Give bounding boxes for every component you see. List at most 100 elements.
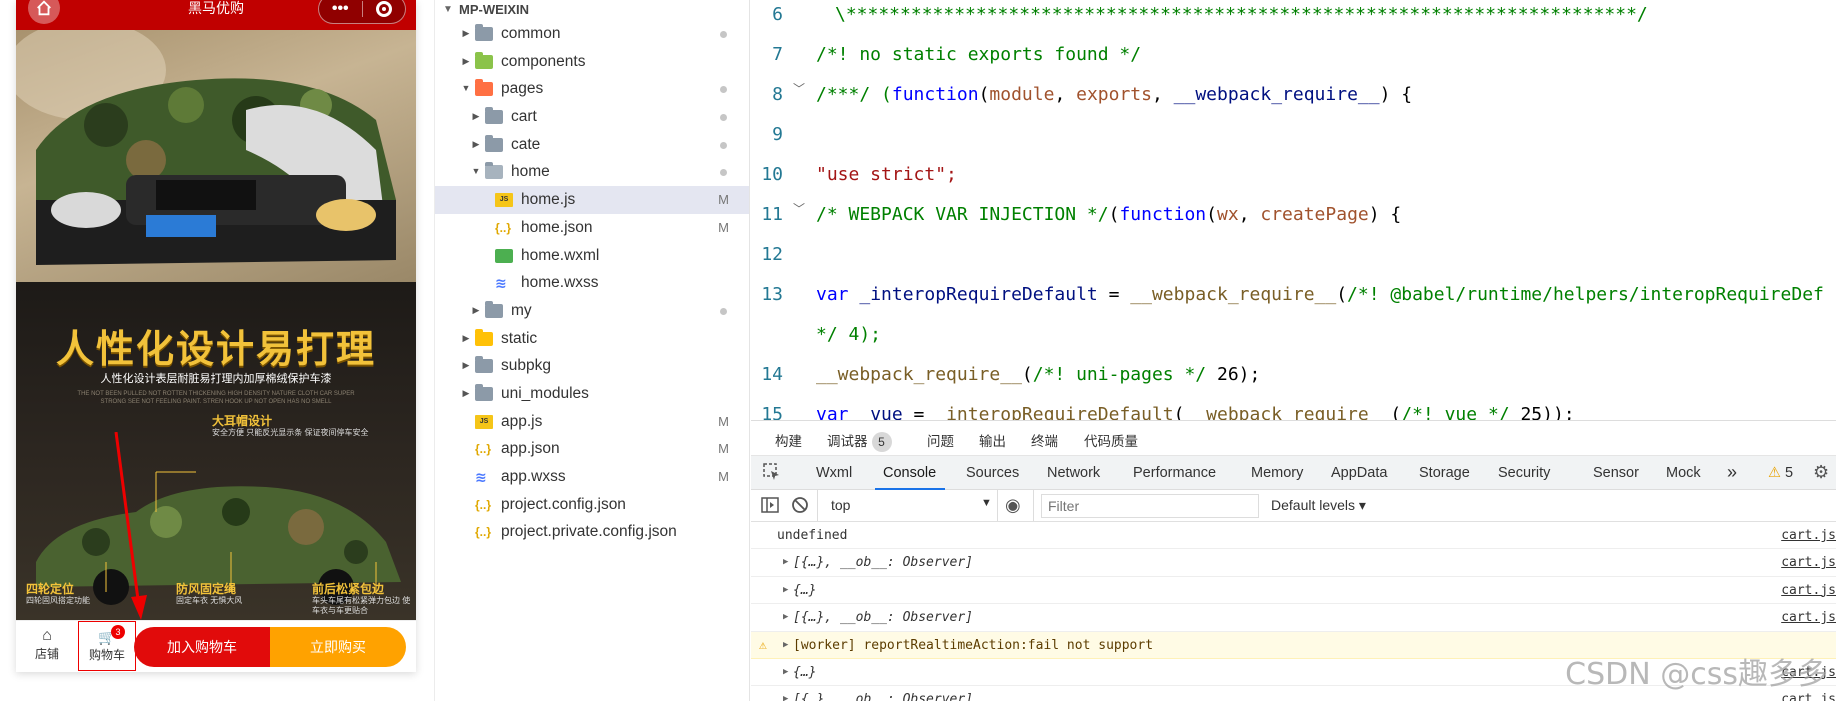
- settings-gear-icon[interactable]: ⚙: [1813, 462, 1829, 483]
- eye-icon[interactable]: ◉: [1005, 495, 1021, 516]
- tree-item[interactable]: {..} project.config.json: [435, 491, 749, 519]
- console-message[interactable]: ▶ [{…}, __ob__: Observer] cart.js: [751, 604, 1836, 632]
- tree-item[interactable]: ▼ home: [435, 158, 749, 186]
- sidebar-toggle-icon[interactable]: [761, 497, 779, 516]
- nav-bar: 黑马优购 •••: [16, 0, 416, 30]
- tree-item[interactable]: ▶ my: [435, 297, 749, 325]
- git-status-badge: M: [718, 219, 729, 235]
- chevron-right-icon[interactable]: ▶: [461, 352, 471, 380]
- cart-button[interactable]: 🛒 购物车 3: [78, 621, 136, 671]
- more-tabs-icon[interactable]: »: [1727, 462, 1737, 483]
- tree-item-label: cate: [511, 135, 541, 153]
- shop-button[interactable]: ⌂ 店铺: [24, 627, 70, 662]
- inspect-element-icon[interactable]: [763, 463, 781, 485]
- file-tree: ▶ common ▶ components ▼ pages ▶ cart ▶ cate ▼ home J…: [435, 20, 749, 546]
- tree-item-label: home: [511, 163, 550, 181]
- devtools-panel: 构建 调试器 5 问题 输出 终端 代码质量 Wxml Console Sourc…: [751, 420, 1836, 701]
- tab-storage[interactable]: Storage: [1419, 465, 1470, 481]
- chevron-right-icon[interactable]: ▶: [461, 325, 471, 353]
- tree-item[interactable]: ▶ cate: [435, 131, 749, 159]
- tree-item[interactable]: ▼ pages: [435, 75, 749, 103]
- chevron-right-icon[interactable]: ▶: [461, 20, 471, 48]
- chevron-right-icon[interactable]: ▶: [471, 103, 481, 131]
- folder-icon: [475, 356, 493, 374]
- context-select[interactable]: top ▼: [831, 497, 992, 513]
- code-line: */ 4);: [816, 324, 882, 345]
- close-mini-program-button[interactable]: [363, 1, 406, 17]
- tab-code-quality[interactable]: 代码质量: [1084, 430, 1138, 450]
- tree-item[interactable]: ▶ static: [435, 325, 749, 353]
- feature-windproof-rope: 防风固定绳 固定车衣 无惧大风: [176, 582, 243, 605]
- console-message[interactable]: ▶ [{…}, __ob__: Observer] cart.js: [751, 549, 1836, 577]
- tree-item[interactable]: ▶ uni_modules: [435, 380, 749, 408]
- tree-item[interactable]: ≋ app.wxss M: [435, 463, 749, 491]
- console-text: [{…}, __ob__: Observer]: [793, 555, 974, 571]
- tab-debugger[interactable]: 调试器 5: [827, 430, 892, 452]
- chevron-down-icon[interactable]: ▼: [461, 75, 471, 103]
- expand-triangle-icon[interactable]: ▶: [783, 659, 788, 686]
- tab-appdata[interactable]: AppData: [1331, 465, 1387, 481]
- tab-security[interactable]: Security: [1498, 465, 1550, 481]
- buy-now-button[interactable]: 立即购买: [270, 627, 406, 667]
- more-icon[interactable]: •••: [319, 0, 362, 18]
- log-levels-select[interactable]: Default levels ▾: [1271, 497, 1366, 514]
- warning-count[interactable]: ⚠ 5: [1768, 465, 1793, 481]
- expand-triangle-icon[interactable]: ▶: [783, 686, 788, 701]
- console-message[interactable]: ▶ {…} cart.js: [751, 577, 1836, 605]
- clear-console-icon[interactable]: [791, 496, 809, 517]
- source-link[interactable]: cart.js: [1781, 522, 1836, 549]
- code-line: 13 var _interopRequireDefault = __webpac…: [761, 284, 1824, 305]
- expand-triangle-icon[interactable]: ▶: [783, 604, 788, 631]
- tab-sensor[interactable]: Sensor: [1593, 465, 1639, 481]
- code-editor[interactable]: 6 \*************************************…: [751, 0, 1836, 420]
- expand-triangle-icon[interactable]: ▶: [783, 549, 788, 576]
- tree-item[interactable]: ≋ home.wxss: [435, 269, 749, 297]
- tree-item[interactable]: ▶ cart: [435, 103, 749, 131]
- tab-sources[interactable]: Sources: [966, 465, 1019, 481]
- tree-item[interactable]: {..} home.json M: [435, 214, 749, 242]
- promo-subtitle: 人性化设计表层耐脏易打理内加厚棉绒保护车漆: [100, 373, 332, 385]
- tab-performance[interactable]: Performance: [1133, 465, 1216, 481]
- source-link[interactable]: cart.js: [1781, 577, 1836, 604]
- chevron-right-icon[interactable]: ▶: [461, 48, 471, 76]
- expand-triangle-icon[interactable]: ▶: [783, 577, 788, 604]
- tab-mock[interactable]: Mock: [1666, 465, 1701, 481]
- console-message[interactable]: undefined cart.js: [751, 522, 1836, 550]
- tab-memory[interactable]: Memory: [1251, 465, 1303, 481]
- tab-wxml[interactable]: Wxml: [816, 465, 852, 481]
- json-file-icon: {..}: [475, 442, 492, 457]
- tree-item-label: pages: [501, 80, 544, 98]
- tree-item[interactable]: home.wxml: [435, 242, 749, 270]
- source-link[interactable]: cart.js: [1781, 604, 1836, 631]
- fold-chevron-icon[interactable]: ﹀: [793, 200, 805, 217]
- tab-network[interactable]: Network: [1047, 465, 1100, 481]
- json-file-icon: {..}: [475, 525, 492, 540]
- warning-icon: ⚠: [1768, 465, 1781, 481]
- tree-item[interactable]: JS home.js M: [435, 186, 749, 214]
- add-to-cart-button[interactable]: 加入购物车: [134, 627, 270, 667]
- tree-item[interactable]: {..} project.private.config.json: [435, 518, 749, 546]
- tab-output[interactable]: 输出: [979, 430, 1006, 450]
- tree-item-label: app.wxss: [501, 468, 566, 485]
- tree-item[interactable]: ▶ components: [435, 48, 749, 76]
- chevron-down-icon[interactable]: ▼: [471, 158, 481, 186]
- tree-item[interactable]: JS app.js M: [435, 408, 749, 436]
- console-filter-input[interactable]: [1041, 494, 1259, 518]
- chevron-right-icon[interactable]: ▶: [471, 131, 481, 159]
- tree-item[interactable]: ▶ subpkg: [435, 352, 749, 380]
- explorer-root[interactable]: ▼ MP-WEIXIN: [435, 0, 749, 20]
- file-explorer: ▼ MP-WEIXIN ▶ common ▶ components ▼ pages ▶ car…: [434, 0, 750, 701]
- tree-item-label: home.js: [521, 191, 576, 209]
- tab-issues[interactable]: 问题: [927, 430, 954, 450]
- tab-build[interactable]: 构建: [775, 430, 802, 450]
- source-link[interactable]: cart.js: [1781, 549, 1836, 576]
- chevron-right-icon[interactable]: ▶: [461, 380, 471, 408]
- expand-triangle-icon[interactable]: ▶: [783, 632, 788, 659]
- tree-item[interactable]: ▶ common: [435, 20, 749, 48]
- tab-terminal[interactable]: 终端: [1031, 430, 1058, 450]
- tree-item-label: home.wxss: [521, 274, 599, 292]
- fold-chevron-icon[interactable]: ﹀: [793, 80, 805, 97]
- chevron-right-icon[interactable]: ▶: [471, 297, 481, 325]
- tab-console[interactable]: Console: [883, 465, 936, 481]
- tree-item[interactable]: {..} app.json M: [435, 435, 749, 463]
